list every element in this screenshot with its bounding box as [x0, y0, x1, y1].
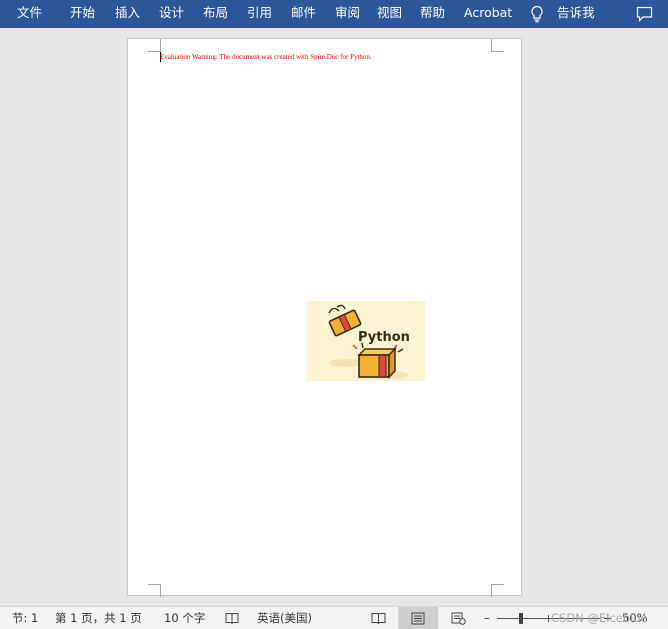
tell-me-search[interactable]: 告诉我 — [557, 0, 595, 28]
evaluation-warning-text: Evaluation Warning: The document was cre… — [160, 53, 372, 61]
crop-mark-top-left — [148, 39, 161, 52]
zoom-out-button[interactable]: – — [484, 607, 490, 629]
crop-mark-bottom-left — [148, 584, 161, 597]
comments-icon[interactable] — [636, 0, 653, 28]
status-bar: 节: 1 第 1 页，共 1 页 10 个字 英语(美国) – + 50% CS… — [0, 606, 668, 629]
tab-help[interactable]: 帮助 — [420, 0, 445, 28]
print-layout-icon[interactable] — [398, 607, 438, 629]
zoom-center-tick — [548, 615, 549, 622]
tab-review[interactable]: 审阅 — [335, 0, 360, 28]
tab-home[interactable]: 开始 — [70, 0, 95, 28]
python-image-caption: Python — [358, 330, 410, 345]
tab-file[interactable]: 文件 — [17, 0, 42, 28]
tab-view[interactable]: 视图 — [377, 0, 402, 28]
tab-layout[interactable]: 布局 — [203, 0, 228, 28]
tab-acrobat[interactable]: Acrobat — [464, 0, 512, 28]
web-layout-icon[interactable] — [446, 607, 470, 629]
lightbulb-icon[interactable] — [530, 0, 544, 28]
read-mode-icon[interactable] — [366, 607, 390, 629]
tab-insert[interactable]: 插入 — [115, 0, 140, 28]
tab-mailings[interactable]: 邮件 — [291, 0, 316, 28]
section-indicator[interactable]: 节: 1 — [12, 607, 38, 629]
crop-mark-top-right — [491, 39, 504, 52]
tab-references[interactable]: 引用 — [247, 0, 272, 28]
document-canvas: Evaluation Warning: The document was cre… — [0, 28, 668, 606]
document-page[interactable]: Evaluation Warning: The document was cre… — [127, 38, 522, 597]
python-gift-box-image[interactable]: Python — [307, 301, 425, 381]
crop-mark-bottom-right — [491, 584, 504, 597]
proofing-icon[interactable] — [224, 607, 240, 629]
word-count[interactable]: 10 个字 — [164, 607, 205, 629]
language-indicator[interactable]: 英语(美国) — [257, 607, 312, 629]
zoom-slider-thumb[interactable] — [519, 613, 523, 624]
tab-design[interactable]: 设计 — [159, 0, 184, 28]
ribbon-tab-bar: 文件 开始 插入 设计 布局 引用 邮件 审阅 视图 帮助 Acrobat 告诉… — [0, 0, 668, 28]
page-indicator[interactable]: 第 1 页，共 1 页 — [55, 607, 142, 629]
csdn-watermark: CSDN @Eiceblue — [551, 611, 648, 625]
